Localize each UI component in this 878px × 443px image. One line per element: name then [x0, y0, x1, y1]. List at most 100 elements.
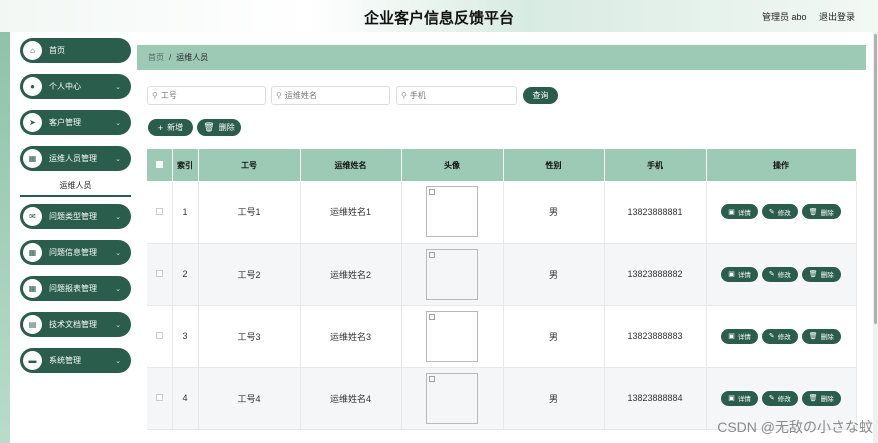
table-icon: ▤: [23, 315, 42, 334]
delete-button[interactable]: 🗑 删除: [801, 204, 841, 220]
row-checkbox[interactable]: [155, 270, 163, 277]
edit-button[interactable]: ✎ 修改: [761, 390, 798, 406]
select-all-checkbox[interactable]: [155, 160, 163, 168]
cell-phone: 13823888881: [604, 181, 707, 244]
batch-delete-button[interactable]: 🗑 删除: [197, 119, 241, 136]
row-checkbox[interactable]: [155, 332, 163, 339]
edit-button[interactable]: ✎ 修改: [761, 328, 798, 344]
detail-label: 详情: [737, 334, 751, 341]
detail-button[interactable]: ▣ 详情: [721, 204, 758, 220]
edit-button[interactable]: ✎ 修改: [761, 204, 798, 220]
detail-button[interactable]: ▣ 详情: [721, 390, 758, 406]
row-checkbox[interactable]: [155, 207, 163, 215]
sidebar-item-2[interactable]: ➤ 客户管理 ⌄: [20, 110, 131, 135]
plus-icon: +: [157, 122, 164, 133]
detail-label: 详情: [737, 396, 751, 403]
detail-icon: ▣: [728, 395, 735, 402]
cell-gender: 男: [503, 181, 605, 244]
sidebar-item-label: 运维人员管理: [49, 154, 97, 163]
sidebar-item-label: 问题信息管理: [49, 248, 97, 257]
top-bar: 企业客户信息反馈平台 管理员 abo 退出登录: [0, 0, 878, 32]
chevron-down-icon: ⌄: [115, 249, 121, 257]
trash-icon: 🗑: [808, 333, 818, 340]
cell-avatar: [401, 367, 504, 430]
cell-avatar: [401, 181, 504, 244]
cell-name: 运维姓名1: [300, 181, 402, 244]
staff-table: 索引 工号 运维姓名 头像 性别 手机 操作 1 工号1 运维姓名1 男 1382388…: [147, 149, 857, 430]
sidebar-item-label: 技术文档管理: [49, 320, 97, 329]
logout-link[interactable]: 退出登录: [819, 12, 855, 22]
home-icon: ⌂: [23, 41, 42, 60]
sidebar-menu: ⌂ 首页 ● 个人中心 ⌄ ➤ 客户管理 ⌄ ▦ 运维人员管理 ⌄ ✉ 问题类型管理 ⌄ ▦ 问题信息管理 ⌄ ▦…: [10, 32, 131, 443]
detail-button[interactable]: ▣ 详情: [721, 328, 758, 344]
table-row: 1 工号1 运维姓名1 男 13823888881 ▣ 详情 ✎ 修改 🗑 删除: [147, 181, 857, 244]
edit-icon: ✎: [768, 333, 775, 340]
broken-image-icon: [429, 375, 435, 382]
sidebar-item-label: 个人中心: [49, 82, 81, 91]
trash-icon: 🗑: [808, 271, 818, 278]
employee-id-search-field[interactable]: ⚲: [147, 86, 266, 105]
column-header-name: 运维姓名: [300, 149, 402, 181]
cell-gender: 男: [503, 367, 605, 430]
envelope-icon: ✉: [23, 207, 42, 226]
sidebar-item-5[interactable]: ▦ 问题信息管理 ⌄: [20, 240, 131, 265]
staff-name-search-field[interactable]: ⚲: [271, 86, 390, 105]
sidebar-item-4[interactable]: ✉ 问题类型管理 ⌄: [20, 204, 131, 229]
delete-button[interactable]: 🗑 删除: [801, 390, 841, 406]
select-all-cell[interactable]: [147, 149, 173, 181]
search-icon: ⚲: [276, 91, 282, 100]
phone-input[interactable]: [409, 91, 516, 100]
row-select-cell[interactable]: [147, 243, 173, 306]
column-header-gender: 性别: [503, 149, 605, 181]
send-icon: ➤: [23, 113, 42, 132]
employee-id-input[interactable]: [160, 91, 265, 100]
table-header-row: 索引 工号 运维姓名 头像 性别 手机 操作: [147, 149, 857, 181]
cell-id: 工号3: [198, 305, 301, 368]
delete-button[interactable]: 🗑 删除: [801, 266, 841, 282]
cell-name: 运维姓名4: [300, 367, 402, 430]
phone-search-field[interactable]: ⚲: [396, 86, 517, 105]
staff-name-input[interactable]: [284, 91, 389, 100]
add-button[interactable]: + 新增: [148, 119, 193, 136]
cell-avatar: [401, 305, 504, 368]
row-select-cell[interactable]: [147, 367, 173, 430]
cell-index: 1: [172, 181, 199, 244]
delete-label: 删除: [820, 334, 834, 341]
edit-label: 修改: [777, 209, 791, 217]
sidebar-item-8[interactable]: ▬ 系统管理 ⌄: [20, 348, 131, 373]
grid-icon: ▦: [23, 243, 42, 262]
chevron-down-icon: ⌄: [115, 83, 121, 91]
column-header-phone: 手机: [604, 149, 707, 181]
cell-name: 运维姓名2: [300, 243, 402, 306]
sidebar-item-label: 首页: [49, 46, 65, 55]
grid-icon: ▦: [23, 149, 42, 168]
user-area: 管理员 abo 退出登录: [756, 10, 855, 23]
cell-id: 工号1: [198, 181, 301, 244]
query-button[interactable]: 查询: [523, 87, 558, 104]
briefcase-icon: ▬: [23, 351, 42, 370]
row-select-cell[interactable]: [147, 181, 173, 244]
column-header-id: 工号: [198, 149, 301, 181]
sidebar-item-3[interactable]: ▦ 运维人员管理 ⌄: [20, 146, 131, 171]
row-checkbox[interactable]: [155, 394, 163, 401]
delete-button[interactable]: 🗑 删除: [801, 328, 841, 344]
search-icon: ⚲: [152, 91, 158, 100]
sidebar-item-0[interactable]: ⌂ 首页: [20, 38, 131, 63]
scrollbar-thumb[interactable]: [874, 34, 877, 324]
edit-button[interactable]: ✎ 修改: [761, 266, 798, 282]
breadcrumb-home[interactable]: 首页: [148, 52, 164, 63]
edit-label: 修改: [777, 272, 791, 279]
sidebar-subitem-staff[interactable]: 运维人员: [20, 176, 131, 197]
sidebar-item-7[interactable]: ▤ 技术文档管理 ⌄: [20, 312, 131, 337]
breadcrumb-separator: /: [169, 53, 172, 62]
cell-id: 工号2: [198, 243, 301, 306]
sidebar-item-label: 问题类型管理: [49, 212, 97, 221]
grid-icon: ▦: [23, 279, 42, 298]
sidebar-item-6[interactable]: ▦ 问题报表管理 ⌄: [20, 276, 131, 301]
cell-gender: 男: [503, 305, 605, 368]
detail-button[interactable]: ▣ 详情: [721, 266, 758, 282]
user-name: 管理员 abo: [761, 12, 807, 22]
row-select-cell[interactable]: [147, 305, 173, 368]
sidebar-item-1[interactable]: ● 个人中心 ⌄: [20, 74, 131, 99]
search-icon: ⚲: [401, 91, 407, 100]
